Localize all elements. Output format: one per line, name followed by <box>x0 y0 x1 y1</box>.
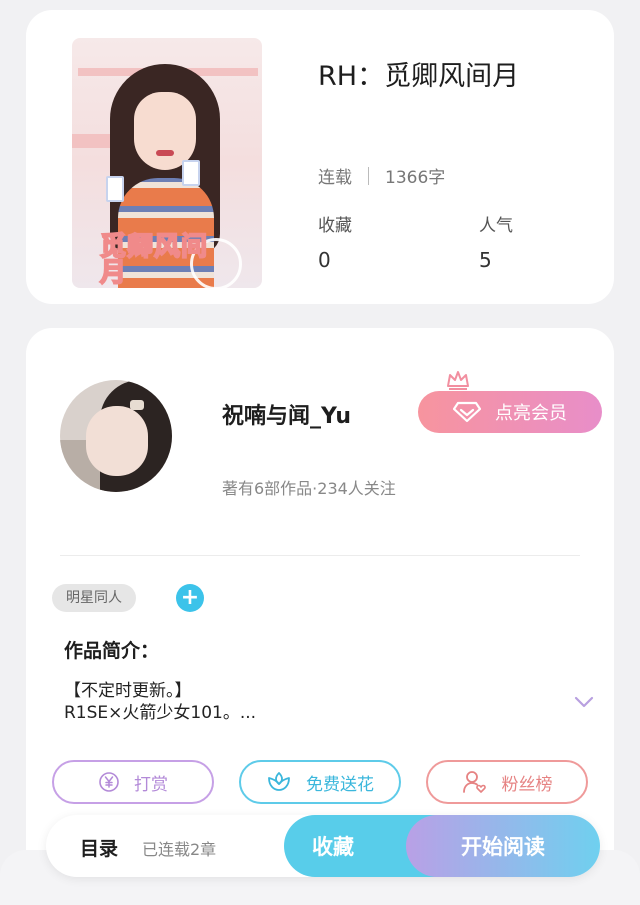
crown-icon <box>447 371 469 390</box>
chevron-down-icon[interactable] <box>574 696 594 708</box>
book-status: 连载 <box>318 168 352 188</box>
cover-sticker <box>106 176 124 202</box>
fan-ranking-label: 粉丝榜 <box>501 774 553 795</box>
fan-ranking-button[interactable]: 粉丝榜 <box>426 760 588 804</box>
vip-activate-button[interactable]: 点亮会员 <box>418 391 602 433</box>
free-flower-button[interactable]: 免费送花 <box>239 760 401 804</box>
add-tag-button[interactable]: + <box>176 584 204 612</box>
start-reading-button[interactable]: 开始阅读 <box>406 815 600 877</box>
start-reading-label: 开始阅读 <box>461 835 545 859</box>
cover-title-text: 觅卿风间月 <box>99 232 209 288</box>
cover-figure-face <box>134 92 196 170</box>
favorite-button-label: 收藏 <box>312 835 354 859</box>
vip-button-label: 点亮会员 <box>495 403 567 424</box>
book-cover-image[interactable]: 觅卿风间月 <box>72 38 262 288</box>
yen-coin-icon <box>99 772 119 792</box>
author-avatar[interactable] <box>60 380 172 492</box>
intro-heading: 作品简介： <box>64 640 160 662</box>
chapter-count[interactable]: 已连载2章 <box>142 836 216 860</box>
table-of-contents-button[interactable]: 目录 <box>80 834 118 861</box>
tag-chip[interactable]: 明星同人 <box>52 584 136 612</box>
author-name[interactable]: 祝喃与闻_Yu <box>222 398 351 430</box>
free-flower-label: 免费送花 <box>306 774 374 795</box>
cover-sticker <box>182 160 200 186</box>
reward-button[interactable]: 打赏 <box>52 760 214 804</box>
popularity-count: 5 <box>479 248 492 272</box>
flower-icon <box>268 772 290 791</box>
avatar-hairclip <box>130 400 144 410</box>
section-divider <box>60 555 580 556</box>
diamond-icon <box>453 401 481 423</box>
intro-line: R1SE×火箭少女101。... <box>64 703 257 723</box>
intro-text: 【不定时更新。】 R1SE×火箭少女101。... <box>64 680 524 724</box>
favorites-label: 收藏 <box>318 216 352 236</box>
favorites-count: 0 <box>318 248 331 272</box>
meta-divider <box>368 166 369 185</box>
author-summary: 著有6部作品·234人关注 <box>222 479 396 498</box>
book-title: RH：觅卿风间月 <box>318 61 520 92</box>
book-info-card: 觅卿风间月 RH：觅卿风间月 连载 1366字 收藏 0 人气 5 <box>26 10 614 304</box>
book-meta: 连载 1366字 <box>318 163 445 188</box>
bottom-action-bar: 目录 已连载2章 收藏 开始阅读 <box>46 815 600 877</box>
book-word-count: 1366字 <box>385 168 446 188</box>
avatar-face <box>86 406 148 476</box>
cover-figure-lips <box>156 150 174 156</box>
reward-label: 打赏 <box>134 774 168 795</box>
intro-line: 【不定时更新。】 <box>64 681 192 701</box>
user-heart-icon <box>462 771 486 793</box>
popularity-label: 人气 <box>479 216 513 236</box>
